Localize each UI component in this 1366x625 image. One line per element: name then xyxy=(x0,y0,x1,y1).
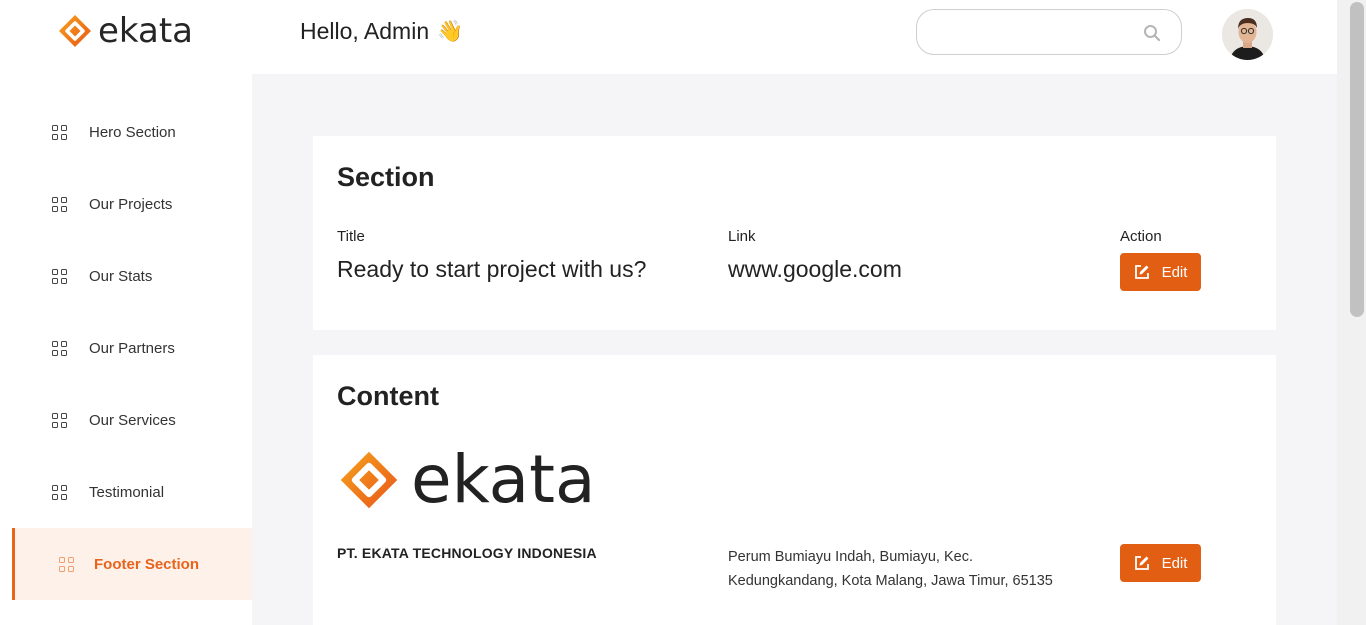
grid-icon xyxy=(52,268,67,284)
ekata-logo-icon xyxy=(340,451,398,509)
sidebar-item-label: Our Projects xyxy=(89,195,173,213)
sidebar-item-label: Footer Section xyxy=(94,555,200,573)
greeting-text: Hello, Admin xyxy=(300,18,430,44)
grid-icon xyxy=(52,484,67,500)
page-scrollbar[interactable] xyxy=(1337,0,1366,625)
sidebar-item-label: Our Stats xyxy=(89,267,153,285)
sidebar-item-label: Our Services xyxy=(89,411,176,429)
content-card: Content ekata PT. EKATA TECHNOLOGY INDON… xyxy=(313,355,1276,625)
edit-button-label: Edit xyxy=(1161,263,1188,281)
sidebar-item-hero-section[interactable]: Hero Section xyxy=(0,96,252,168)
title-column-label: Title xyxy=(337,228,365,245)
sidebar-item-our-stats[interactable]: Our Stats xyxy=(0,240,252,312)
top-header: Hello, Admin 👋 xyxy=(252,0,1337,74)
section-link-value: www.google.com xyxy=(728,256,902,282)
scrollbar-thumb[interactable] xyxy=(1350,2,1364,317)
sidebar-item-label: Our Partners xyxy=(89,339,175,357)
grid-icon xyxy=(59,556,74,572)
link-column-label: Link xyxy=(728,228,756,245)
section-title: Section xyxy=(337,162,435,192)
ekata-logo-icon xyxy=(59,15,91,47)
edit-icon xyxy=(1134,556,1149,570)
search-icon[interactable] xyxy=(1143,24,1161,42)
section-title-value: Ready to start project with us? xyxy=(337,256,647,282)
footer-logo-image: ekata xyxy=(339,447,595,513)
action-column-label: Action xyxy=(1120,228,1162,245)
sidebar-item-our-services[interactable]: Our Services xyxy=(0,384,252,456)
company-name: PT. EKATA TECHNOLOGY INDONESIA xyxy=(337,545,597,561)
edit-button-label: Edit xyxy=(1161,554,1188,572)
address-line-2: Kedungkandang, Kota Malang, Jawa Timur, … xyxy=(728,573,1053,589)
grid-icon xyxy=(52,124,67,140)
sidebar-item-label: Testimonial xyxy=(89,483,165,501)
brand-logo[interactable]: ekata xyxy=(58,14,193,48)
company-address: Perum Bumiayu Indah, Bumiayu, Kec. Kedun… xyxy=(728,545,1108,593)
address-line-1: Perum Bumiayu Indah, Bumiayu, Kec. xyxy=(728,549,974,565)
content-edit-button[interactable]: Edit xyxy=(1120,544,1201,582)
grid-icon xyxy=(52,340,67,356)
brand-name: ekata xyxy=(98,11,194,51)
section-card: Section Title Link Action Ready to start… xyxy=(313,136,1276,330)
edit-icon xyxy=(1134,265,1149,279)
footer-logo-text: ekata xyxy=(411,441,596,518)
search-input[interactable] xyxy=(933,10,1143,54)
greeting: Hello, Admin 👋 xyxy=(300,18,463,45)
sidebar-item-label: Hero Section xyxy=(89,123,176,141)
grid-icon xyxy=(52,412,67,428)
user-avatar-icon xyxy=(1222,9,1273,60)
sidebar-item-our-partners[interactable]: Our Partners xyxy=(0,312,252,384)
waving-hand-icon: 👋 xyxy=(437,19,464,43)
sidebar-item-our-projects[interactable]: Our Projects xyxy=(0,168,252,240)
content-title: Content xyxy=(337,381,439,411)
section-edit-button[interactable]: Edit xyxy=(1120,253,1201,291)
sidebar: ekata Hero Section Our Projects Our Stat… xyxy=(0,0,252,625)
sidebar-item-testimonial[interactable]: Testimonial xyxy=(0,456,252,528)
sidebar-nav: Hero Section Our Projects Our Stats Our … xyxy=(0,96,252,600)
avatar[interactable] xyxy=(1222,9,1273,60)
search-box[interactable] xyxy=(916,9,1182,55)
grid-icon xyxy=(52,196,67,212)
sidebar-item-footer-section[interactable]: Footer Section xyxy=(12,528,252,600)
